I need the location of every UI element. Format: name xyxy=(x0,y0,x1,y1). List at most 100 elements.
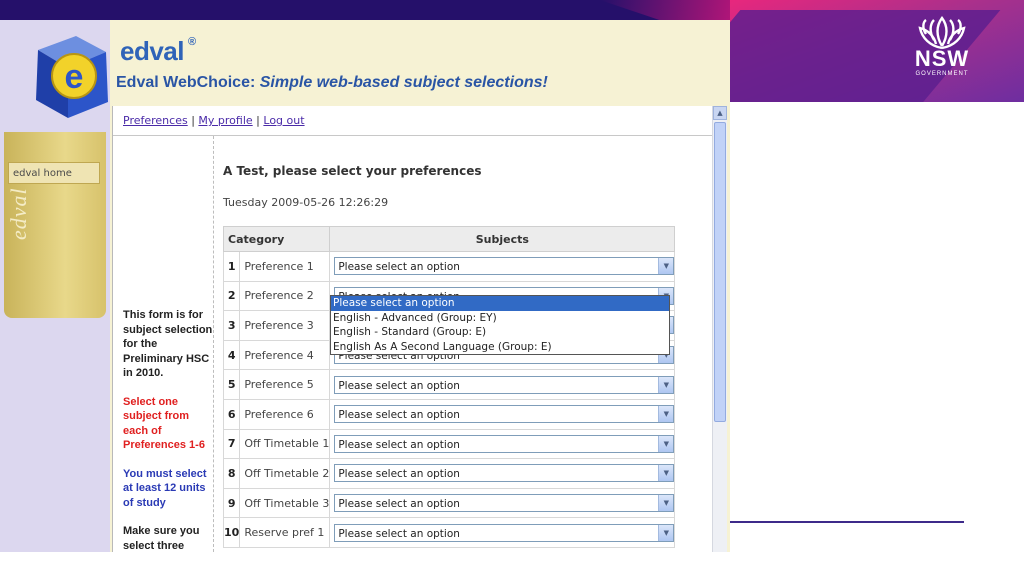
subject-cell: Please select an option ▼ xyxy=(329,398,676,430)
table-header: Category Subjects xyxy=(222,226,676,252)
nav-separator: | xyxy=(256,114,260,127)
row-category: Off Timetable 1 xyxy=(239,428,331,460)
subject-select[interactable]: Please select an option ▼ xyxy=(334,434,675,453)
nav-log-out[interactable]: Log out xyxy=(263,114,304,127)
row-category: Preference 5 xyxy=(239,369,331,400)
info-text-3: You must select at least 12 units of stu… xyxy=(123,467,207,509)
header-subjects: Subjects xyxy=(329,226,676,252)
nsw-wordmark: NSW xyxy=(914,46,970,71)
table-row: 5 Preference 5 Please select an option ▼ xyxy=(222,369,676,400)
subject-cell: Please select an option ▼ xyxy=(329,428,676,460)
subject-cell: Please select an option ▼ xyxy=(329,487,676,519)
column-divider xyxy=(213,136,215,552)
select-value: Please select an option xyxy=(338,261,460,274)
scroll-up-icon[interactable]: ▲ xyxy=(713,106,727,120)
row-number: 1 xyxy=(222,251,241,282)
header-category: Category xyxy=(222,226,331,252)
table-row: 9 Off Timetable 3 Please select an option ▼ xyxy=(222,487,676,519)
edval-home-link[interactable]: edval home xyxy=(8,162,100,184)
content-frame: Preferences | My profile | Log out This … xyxy=(112,106,713,552)
subject-select[interactable]: Please select an option ▼ xyxy=(334,375,675,394)
chevron-down-icon[interactable]: ▼ xyxy=(658,435,674,452)
slide-divider xyxy=(730,521,964,523)
row-number: 7 xyxy=(222,428,241,460)
dropdown-option[interactable]: English - Standard (Group: E) xyxy=(331,325,669,340)
government-label: GOVERNMENT xyxy=(915,71,969,77)
select-value: Please select an option xyxy=(338,498,460,511)
dropdown-option[interactable]: English As A Second Language (Group: E) xyxy=(331,340,669,355)
side-brand: edval xyxy=(6,187,31,240)
app-header: edval ® Edval WebChoice: Simple web-based… xyxy=(110,20,730,112)
edval-wordmark: edval ® xyxy=(120,36,196,67)
subject-cell: Please select an option ▼ xyxy=(329,458,676,489)
row-number: 10 xyxy=(222,517,241,548)
edval-screenshot: e edval ® Edval WebChoice: Simple web-bas… xyxy=(0,20,730,552)
subject-select[interactable]: Please select an option ▼ xyxy=(334,405,675,424)
brand-name: edval xyxy=(120,36,185,66)
chevron-down-icon[interactable]: ▼ xyxy=(658,524,674,541)
waratah-icon xyxy=(918,16,966,50)
subject-select[interactable]: Please select an option ▼ xyxy=(334,257,675,276)
select-value: Please select an option xyxy=(338,409,460,422)
subject-cell: Please select an option ▼ xyxy=(329,517,676,548)
nav-my-profile[interactable]: My profile xyxy=(198,114,252,127)
row-category: Preference 2 xyxy=(239,280,331,312)
registered-mark: ® xyxy=(188,36,196,48)
chevron-down-icon[interactable]: ▼ xyxy=(658,465,674,482)
nav-divider xyxy=(113,135,713,136)
instructions: This form is for subject selection for t… xyxy=(123,308,213,552)
edval-cube-logo-icon: e xyxy=(36,36,108,118)
row-category: Off Timetable 2 xyxy=(239,458,331,489)
table-row: 7 Off Timetable 1 Please select an option ▼ xyxy=(222,428,676,460)
nsw-government-logo: NSW GOVERNMENT xyxy=(905,16,979,90)
row-number: 8 xyxy=(222,458,241,489)
row-category: Preference 3 xyxy=(239,310,331,341)
dropdown-option[interactable]: Please select an option xyxy=(331,296,669,311)
dropdown-option[interactable]: English - Advanced (Group: EY) xyxy=(331,311,669,326)
table-row: 10 Reserve pref 1 Please select an option ▼ xyxy=(222,517,676,548)
scroll-thumb[interactable] xyxy=(714,122,726,422)
table-row: 6 Preference 6 Please select an option ▼ xyxy=(222,398,676,430)
row-category: Preference 4 xyxy=(239,339,331,371)
chevron-down-icon[interactable]: ▼ xyxy=(658,258,674,275)
row-number: 2 xyxy=(222,280,241,312)
info-text-4: Make sure you select three xyxy=(123,525,200,552)
form-date: Tuesday 2009-05-26 12:26:29 xyxy=(223,196,389,209)
row-category: Reserve pref 1 xyxy=(239,517,331,548)
nsw-brand-panel xyxy=(730,0,1024,102)
chevron-down-icon[interactable]: ▼ xyxy=(658,376,674,393)
select-value: Please select an option xyxy=(338,468,460,481)
row-number: 6 xyxy=(222,398,241,430)
form-title: A Test, please select your preferences xyxy=(223,164,482,178)
subject-cell: Please select an option ▼ xyxy=(329,251,676,282)
row-category: Preference 1 xyxy=(239,251,331,282)
subject-cell: Please select an option ▼ xyxy=(329,369,676,400)
info-text-2: Select one subject from each of Preferen… xyxy=(123,395,205,452)
row-category: Off Timetable 3 xyxy=(239,487,331,519)
chevron-down-icon[interactable]: ▼ xyxy=(658,406,674,423)
row-number: 4 xyxy=(222,339,241,371)
nav-separator: | xyxy=(191,114,195,127)
subject-select[interactable]: Please select an option ▼ xyxy=(334,494,675,513)
vertical-scrollbar[interactable]: ▲ xyxy=(712,106,727,552)
subject-select[interactable]: Please select an option ▼ xyxy=(334,464,675,483)
chevron-down-icon[interactable]: ▼ xyxy=(658,495,674,512)
table-row: 1 Preference 1 Please select an option ▼ xyxy=(222,251,676,282)
select-value: Please select an option xyxy=(338,438,460,451)
nav-preferences[interactable]: Preferences xyxy=(123,114,188,127)
select-value: Please select an option xyxy=(338,379,460,392)
top-nav: Preferences | My profile | Log out xyxy=(123,114,305,127)
select-value: Please select an option xyxy=(338,527,460,540)
table-row: 8 Off Timetable 2 Please select an option ▼ xyxy=(222,458,676,489)
row-number: 9 xyxy=(222,487,241,519)
app-tagline: Edval WebChoice: Simple web-based subjec… xyxy=(116,74,548,92)
info-text-1: This form is for subject selection for t… xyxy=(123,309,213,379)
tagline-italic: Simple web-based subject selections! xyxy=(259,74,548,91)
preferences-table: Category Subjects 1 Preference 1 Please se… xyxy=(222,226,676,548)
row-number: 3 xyxy=(222,310,241,341)
tagline-bold: Edval WebChoice: xyxy=(116,74,256,91)
subject-dropdown-list: Please select an option English - Advanc… xyxy=(330,295,670,355)
row-category: Preference 6 xyxy=(239,398,331,430)
svg-text:e: e xyxy=(65,58,84,96)
subject-select[interactable]: Please select an option ▼ xyxy=(334,523,675,542)
